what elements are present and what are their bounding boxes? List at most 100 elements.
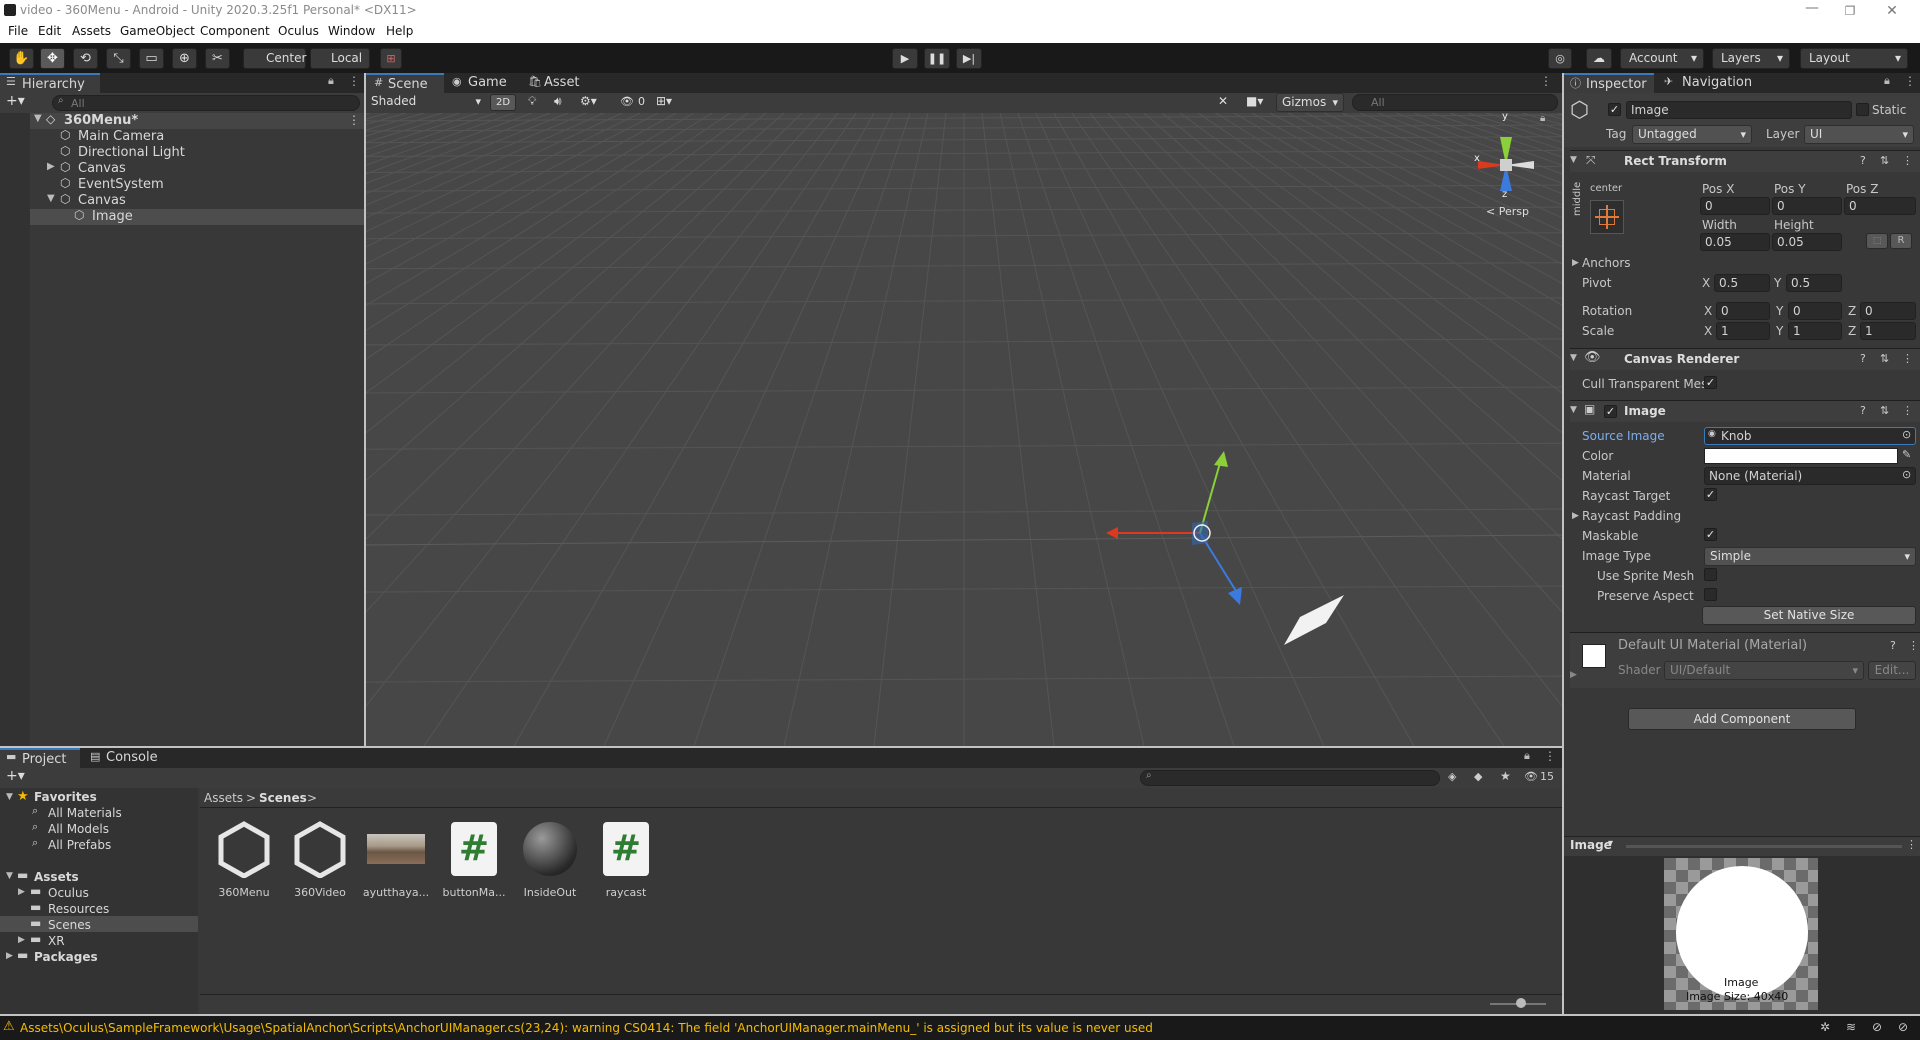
- menu-assets[interactable]: Assets: [72, 24, 111, 38]
- shader-dropdown[interactable]: UI/Default: [1664, 661, 1864, 680]
- object-picker-icon[interactable]: ⊙: [1902, 468, 1911, 481]
- play-button[interactable]: ▶: [892, 48, 918, 69]
- help-icon[interactable]: ?: [1860, 154, 1866, 167]
- tab-navigation[interactable]: Navigation: [1660, 73, 1760, 93]
- rotation-z-field[interactable]: 0: [1860, 302, 1916, 320]
- asset-item-0[interactable]: 360Menu: [208, 820, 280, 899]
- anchors-label[interactable]: Anchors: [1582, 256, 1631, 270]
- transform-tool-button[interactable]: ⊕: [172, 48, 197, 69]
- gizmo-lock-icon[interactable]: 🔒︎: [1540, 113, 1545, 124]
- selected-row[interactable]: [0, 209, 364, 225]
- hand-tool-button[interactable]: ✋: [9, 48, 34, 69]
- hierarchy-item-directional-light[interactable]: Directional Light: [78, 145, 185, 161]
- folder-scenes[interactable]: Scenes: [48, 917, 91, 933]
- effects-icon[interactable]: ⚙▾: [580, 94, 597, 108]
- image-component-header[interactable]: [1570, 400, 1920, 422]
- pos-y-field[interactable]: 0: [1772, 197, 1842, 215]
- audio-icon[interactable]: 🔊︎: [554, 94, 562, 109]
- menu-oculus[interactable]: Oculus: [278, 24, 319, 38]
- panel-menu-icon[interactable]: ⋮: [1544, 749, 1556, 763]
- shading-mode-dropdown[interactable]: Shaded: [366, 93, 486, 113]
- create-button[interactable]: +▾: [6, 93, 25, 109]
- scale-z-field[interactable]: 1: [1860, 322, 1916, 340]
- close-button[interactable]: ✕: [1878, 0, 1906, 22]
- rotation-x-field[interactable]: 0: [1716, 302, 1770, 320]
- lock-icon[interactable]: 🔒︎: [1884, 74, 1890, 88]
- use-sprite-mesh-checkbox[interactable]: [1704, 568, 1717, 581]
- set-native-size-button[interactable]: Set Native Size: [1702, 606, 1916, 625]
- asset-item-4[interactable]: InsideOut: [514, 820, 586, 899]
- filter-label-icon[interactable]: ◆: [1474, 770, 1482, 783]
- hidden-objects-icon[interactable]: 👁︎: [620, 95, 634, 108]
- anchor-presets-button[interactable]: [1590, 200, 1624, 234]
- component-menu-icon[interactable]: ⋮: [1908, 639, 1919, 652]
- maskable-checkbox[interactable]: ✓: [1704, 528, 1717, 541]
- component-menu-icon[interactable]: ⋮: [1902, 154, 1913, 167]
- menu-file[interactable]: File: [8, 24, 28, 38]
- shader-edit-button[interactable]: Edit...: [1868, 661, 1916, 680]
- foldout-arrow-icon[interactable]: ▶: [1572, 258, 1579, 268]
- foldout-arrow-icon[interactable]: ▶: [1572, 511, 1579, 521]
- perspective-label[interactable]: < Persp: [1486, 205, 1529, 218]
- add-component-button[interactable]: Add Component: [1628, 708, 1856, 730]
- rotate-tool-button[interactable]: ⟲: [73, 48, 98, 69]
- lock-icon[interactable]: 🔒︎: [1524, 749, 1530, 763]
- canvas-renderer-header[interactable]: [1570, 348, 1920, 370]
- foldout-arrow-icon[interactable]: ▶: [6, 951, 13, 961]
- pivot-local-button[interactable]: Local: [310, 48, 370, 69]
- asset-item-2[interactable]: ayutthaya...: [360, 820, 432, 899]
- lighting-icon[interactable]: 💡︎: [528, 94, 536, 109]
- hierarchy-search-input[interactable]: All: [52, 95, 360, 111]
- blueprint-mode-button[interactable]: ⬚: [1866, 233, 1888, 249]
- menu-edit[interactable]: Edit: [38, 24, 61, 38]
- expand-arrow-icon[interactable]: ▼: [34, 113, 42, 124]
- icon-size-slider-thumb[interactable]: [1516, 998, 1526, 1008]
- maximize-button[interactable]: ❐: [1836, 0, 1864, 22]
- fav-all-models[interactable]: All Models: [48, 821, 109, 837]
- help-icon[interactable]: ?: [1890, 639, 1896, 652]
- create-button[interactable]: +▾: [6, 768, 25, 784]
- step-button[interactable]: ▶|: [956, 48, 982, 69]
- cull-transparent-checkbox[interactable]: ✓: [1704, 376, 1717, 389]
- panel-menu-icon[interactable]: ⋮: [1540, 74, 1552, 88]
- collab-icon[interactable]: ◎: [1548, 48, 1572, 69]
- grid-icon[interactable]: ⊞▾: [656, 94, 672, 108]
- preserve-aspect-checkbox[interactable]: [1704, 588, 1717, 601]
- rect-transform-header[interactable]: [1570, 150, 1920, 172]
- pivot-x-field[interactable]: 0.5: [1714, 274, 1770, 292]
- image-enabled-checkbox[interactable]: ✓: [1604, 405, 1617, 418]
- menu-component[interactable]: Component: [200, 24, 270, 38]
- component-menu-icon[interactable]: ⋮: [1902, 404, 1913, 417]
- preview-title[interactable]: Image: [1570, 838, 1612, 852]
- expand-arrow-icon[interactable]: ▶: [47, 161, 55, 172]
- object-picker-icon[interactable]: ⊙: [1902, 428, 1911, 441]
- tag-dropdown[interactable]: Untagged: [1632, 125, 1752, 144]
- hierarchy-item-canvas-2[interactable]: Canvas: [78, 193, 126, 209]
- progress-icon[interactable]: ≋: [1846, 1020, 1856, 1034]
- breadcrumb-scenes[interactable]: Scenes: [259, 791, 307, 805]
- status-warning-text[interactable]: Assets\Oculus\SampleFramework\Usage\Spat…: [20, 1021, 1153, 1035]
- layout-dropdown[interactable]: Layout ▾: [1800, 48, 1908, 69]
- foldout-arrow-icon[interactable]: ▼: [1570, 353, 1577, 363]
- source-image-field[interactable]: Knob: [1704, 427, 1916, 445]
- rect-tool-button[interactable]: ▭: [139, 48, 164, 69]
- expand-arrow-icon[interactable]: ▼: [47, 193, 55, 204]
- lock-icon[interactable]: 🔒︎: [328, 74, 334, 88]
- foldout-arrow-icon[interactable]: ▶: [18, 887, 25, 897]
- menu-help[interactable]: Help: [386, 24, 413, 38]
- raw-edit-button[interactable]: R: [1890, 233, 1912, 249]
- foldout-arrow-icon[interactable]: ▼: [1570, 155, 1577, 165]
- pos-x-field[interactable]: 0: [1700, 197, 1770, 215]
- material-field[interactable]: None (Material): [1704, 467, 1916, 485]
- assets-root[interactable]: Assets: [34, 869, 79, 885]
- raycast-padding-label[interactable]: Raycast Padding: [1582, 509, 1681, 523]
- menu-window[interactable]: Window: [328, 24, 375, 38]
- favorite-star-icon[interactable]: ★: [1500, 769, 1511, 783]
- hierarchy-item-image[interactable]: Image: [92, 209, 133, 225]
- folder-oculus[interactable]: Oculus: [48, 885, 89, 901]
- image-type-dropdown[interactable]: Simple: [1704, 547, 1916, 566]
- foldout-arrow-icon[interactable]: ▼: [1570, 405, 1577, 415]
- pos-z-field[interactable]: 0: [1844, 197, 1916, 215]
- fav-all-prefabs[interactable]: All Prefabs: [48, 837, 111, 853]
- cloud-icon[interactable]: ☁: [1586, 48, 1612, 69]
